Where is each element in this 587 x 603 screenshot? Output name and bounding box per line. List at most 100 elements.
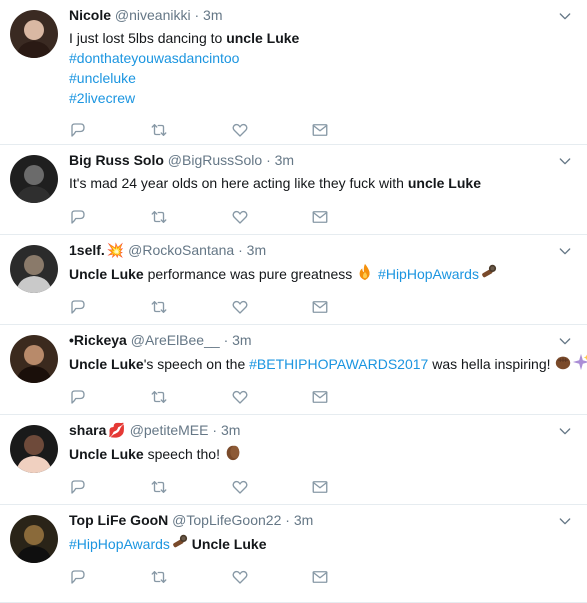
retweet-icon[interactable]	[150, 568, 168, 586]
tweet-header: 1self. 💥 @RockoSantana · 3m	[69, 241, 547, 260]
hashtag-link[interactable]: #uncleluke	[69, 70, 136, 86]
reply-icon[interactable]	[69, 298, 87, 316]
tweet-actions	[69, 478, 349, 496]
retweet-icon[interactable]	[150, 208, 168, 226]
separator-dot: ·	[285, 512, 290, 528]
tweet-text-line: Uncle Luke's speech on the #BETHIPHOPAWA…	[69, 353, 587, 374]
reply-icon[interactable]	[69, 208, 87, 226]
chevron-down-icon[interactable]	[557, 8, 573, 24]
name-emoji: 💥	[106, 242, 125, 258]
avatar[interactable]	[10, 10, 58, 58]
highlighted-keyword: Uncle Luke	[69, 446, 144, 462]
tweet-actions	[69, 298, 349, 316]
timestamp[interactable]: 3m	[294, 512, 313, 528]
hashtag-link[interactable]: #2livecrew	[69, 90, 135, 106]
timestamp[interactable]: 3m	[221, 422, 240, 438]
envelope-icon[interactable]	[311, 478, 329, 496]
sparkle-emoji-icon	[573, 353, 587, 371]
avatar[interactable]	[10, 335, 58, 383]
tweet-text-line: It's mad 24 year olds on here acting lik…	[69, 173, 569, 193]
timestamp[interactable]: 3m	[275, 152, 294, 168]
separator-dot: ·	[212, 422, 218, 438]
envelope-icon[interactable]	[311, 568, 329, 586]
envelope-icon[interactable]	[311, 121, 329, 139]
tweet[interactable]: •Rickeya @AreElBee__ · 3m Uncle Luke's sp…	[0, 325, 587, 415]
highlighted-keyword: Uncle Luke	[69, 266, 144, 282]
heart-icon[interactable]	[231, 298, 249, 316]
avatar[interactable]	[10, 155, 58, 203]
fire-emoji-icon	[359, 263, 370, 281]
name-emoji: 💋	[108, 422, 126, 438]
reply-icon[interactable]	[69, 388, 87, 406]
tweet-text-line: Uncle Luke performance was pure greatnes…	[69, 263, 569, 284]
heart-icon[interactable]	[231, 478, 249, 496]
heart-icon[interactable]	[231, 121, 249, 139]
envelope-icon[interactable]	[311, 208, 329, 226]
chevron-down-icon[interactable]	[557, 423, 573, 439]
display-name[interactable]: shara	[69, 422, 106, 438]
tweet-actions	[69, 388, 349, 406]
envelope-icon[interactable]	[311, 388, 329, 406]
tweet[interactable]: shara 💋 @petiteMEE · 3m Uncle Luke speech …	[0, 415, 587, 505]
user-handle[interactable]: @AreElBee__	[131, 332, 220, 348]
mic-emoji-icon	[482, 264, 497, 278]
tweet[interactable]: Big Russ Solo @BigRussSolo · 3m It's mad …	[0, 145, 587, 235]
mic-emoji-icon	[173, 534, 188, 548]
chevron-down-icon[interactable]	[557, 333, 573, 349]
user-handle[interactable]: @petiteMEE	[130, 422, 209, 438]
separator-dot: ·	[266, 152, 271, 168]
text-segment: I just lost 5lbs dancing to	[69, 30, 227, 46]
separator-dot: ·	[223, 332, 229, 348]
hashtag-link[interactable]: #donthateyouwasdancintoo	[69, 50, 239, 66]
display-name[interactable]: Nicole	[69, 7, 111, 23]
heart-icon[interactable]	[231, 568, 249, 586]
tweet[interactable]: 1self. 💥 @RockoSantana · 3m Uncle Luke per…	[0, 235, 587, 325]
timestamp[interactable]: 3m	[247, 242, 266, 258]
chevron-down-icon[interactable]	[557, 513, 573, 529]
display-name[interactable]: Big Russ Solo	[69, 152, 164, 168]
highlighted-keyword: Uncle Luke	[191, 536, 267, 552]
tweet-header: •Rickeya @AreElBee__ · 3m	[69, 331, 547, 350]
user-handle[interactable]: @niveanikki	[115, 7, 191, 23]
avatar[interactable]	[10, 245, 58, 293]
highlighted-keyword: uncle Luke	[226, 30, 300, 46]
envelope-icon[interactable]	[311, 298, 329, 316]
tweet-header: Nicole @niveanikki · 3m	[69, 6, 547, 25]
retweet-icon[interactable]	[150, 388, 168, 406]
user-handle[interactable]: @BigRussSolo	[168, 152, 262, 168]
display-name[interactable]: 1self.	[69, 242, 105, 258]
tweet[interactable]: Nicole @niveanikki · 3m I just lost 5lbs …	[0, 0, 587, 145]
retweet-icon[interactable]	[150, 298, 168, 316]
tweet-text-line: #HipHopAwards Uncle Luke	[69, 533, 569, 554]
hashtag-link[interactable]: #HipHopAwards	[69, 536, 170, 552]
retweet-icon[interactable]	[150, 478, 168, 496]
tweet-header: shara 💋 @petiteMEE · 3m	[69, 421, 547, 440]
heart-icon[interactable]	[231, 208, 249, 226]
tweet-actions	[69, 121, 349, 139]
separator-dot: ·	[238, 242, 243, 258]
reply-icon[interactable]	[69, 478, 87, 496]
reply-icon[interactable]	[69, 568, 87, 586]
avatar[interactable]	[10, 515, 58, 563]
timestamp[interactable]: 3m	[203, 7, 222, 23]
reply-icon[interactable]	[69, 121, 87, 139]
display-name[interactable]: •Rickeya	[69, 332, 127, 348]
tweet-actions	[69, 568, 349, 586]
heart-icon[interactable]	[231, 388, 249, 406]
tweet-header: Big Russ Solo @BigRussSolo · 3m	[69, 151, 547, 170]
chevron-down-icon[interactable]	[557, 243, 573, 259]
user-handle[interactable]: @RockoSantana	[128, 242, 234, 258]
tweet-text-line: #uncleluke	[69, 68, 569, 88]
chevron-down-icon[interactable]	[557, 153, 573, 169]
avatar[interactable]	[10, 425, 58, 473]
hashtag-link[interactable]: #HipHopAwards	[378, 266, 479, 282]
retweet-icon[interactable]	[150, 121, 168, 139]
tweet-text-line: #2livecrew	[69, 88, 569, 108]
text-segment: performance was pure greatness	[143, 266, 357, 282]
tweet[interactable]: Top LiFe GooN @TopLifeGoon22 · 3m #HipHop…	[0, 505, 587, 603]
timestamp[interactable]: 3m	[232, 332, 251, 348]
user-handle[interactable]: @TopLifeGoon22	[172, 512, 281, 528]
highlighted-keyword: uncle Luke	[407, 175, 481, 191]
display-name[interactable]: Top LiFe GooN	[69, 512, 168, 528]
hashtag-link[interactable]: #BETHIPHOPAWARDS2017	[249, 356, 428, 372]
